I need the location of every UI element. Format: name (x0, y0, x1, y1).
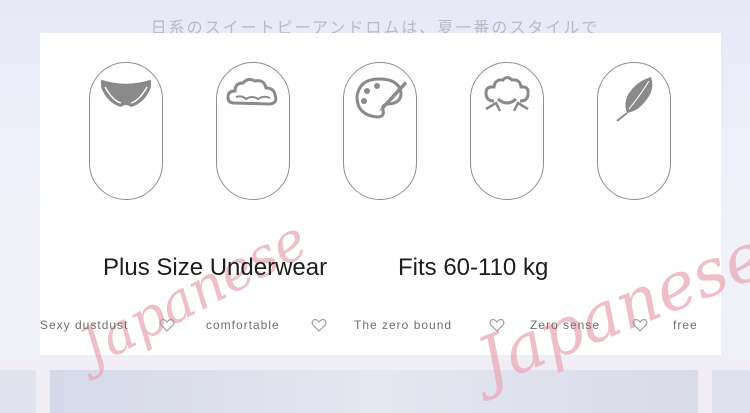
heart-icon (311, 319, 327, 332)
bottom-photo (50, 370, 698, 413)
pill-leaf (597, 62, 671, 200)
leaf-icon (616, 77, 653, 122)
pill-panties (89, 62, 163, 200)
fit-range: Fits 60-110 kg (398, 254, 549, 281)
heart-icon (632, 319, 648, 332)
feature-comfortable: comfortable (206, 318, 280, 332)
panties-icon (100, 79, 152, 107)
feature-sexy: Sexy dustdust (40, 318, 129, 332)
cloud-icon (226, 77, 278, 106)
cotton-icon (484, 76, 530, 112)
feature-zero-sense: Zero sense (530, 318, 601, 332)
bottom-photo-right (712, 370, 750, 413)
heart-icon (159, 319, 175, 332)
pill-cloud (216, 62, 290, 200)
bottom-photo-left (0, 370, 36, 413)
feature-free: free (673, 318, 698, 332)
feature-zero-bound: The zero bound (354, 318, 453, 332)
pill-cotton (470, 62, 544, 200)
product-title: Plus Size Underwear (103, 254, 328, 281)
pill-palette (343, 62, 417, 200)
palette-icon (355, 77, 407, 119)
heart-icon (489, 319, 505, 332)
